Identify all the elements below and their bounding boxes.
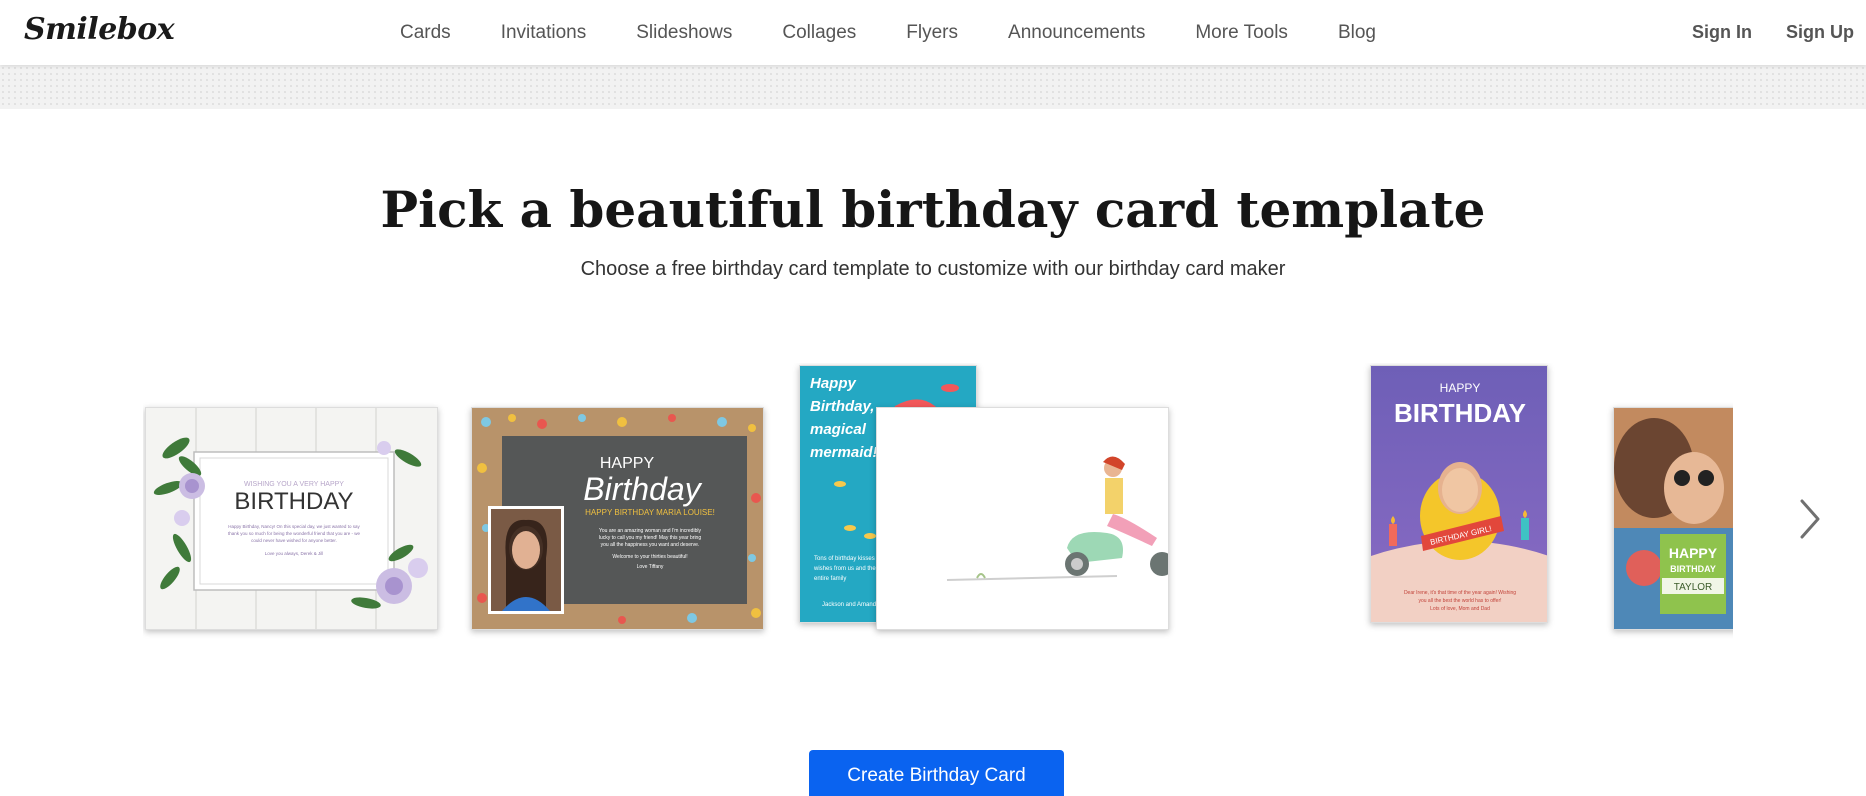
chalk-line1: You are an amazing woman and I'm incredi… xyxy=(599,528,701,534)
chalk-happy: HAPPY xyxy=(600,455,655,472)
nav-more-tools[interactable]: More Tools xyxy=(1195,22,1288,44)
mermaid-l2: Birthday, xyxy=(810,398,874,415)
nav-cards[interactable]: Cards xyxy=(400,22,451,44)
bird-msg2: you all the best the world has to offer! xyxy=(1418,598,1501,604)
floral-line2: thank you so much for being the wonderfu… xyxy=(228,531,361,536)
chalk-line2: lucky to call you my friend! May this ye… xyxy=(599,535,701,541)
page-subtitle: Choose a free birthday card template to … xyxy=(580,258,1286,280)
floral-sign: Love you always, Derek & Jill xyxy=(265,551,324,556)
chalkboard-card-art: HAPPY Birthday HAPPY BIRTHDAY MARIA LOUI… xyxy=(472,408,763,629)
floral-main: BIRTHDAY xyxy=(234,488,353,515)
chalk-name: HAPPY BIRTHDAY MARIA LOUISE! xyxy=(585,508,715,517)
bird-card-art: HAPPY BIRTHDAY BIRTHDAY GIRL! Dear Irene… xyxy=(1371,366,1547,622)
template-carousel: WISHING YOU A VERY HAPPY BIRTHDAY Happy … xyxy=(143,363,1733,683)
create-birthday-card-button[interactable]: Create Birthday Card xyxy=(809,750,1064,796)
dotted-banner xyxy=(0,65,1866,109)
chalk-line4: Welcome to your thirties beautiful! xyxy=(612,554,687,560)
floral-line3: could never have wished for anyone bette… xyxy=(251,538,337,543)
mermaid-msg3: entire family xyxy=(814,576,846,582)
template-card-scooter[interactable] xyxy=(876,407,1169,630)
mermaid-l1: Happy xyxy=(810,375,857,392)
mermaid-l4: mermaid! xyxy=(810,444,878,461)
template-card-chalkboard[interactable]: HAPPY Birthday HAPPY BIRTHDAY MARIA LOUI… xyxy=(471,407,764,630)
nav-invitations[interactable]: Invitations xyxy=(501,22,587,44)
bird-msg1: Dear Irene, it's that time of the year a… xyxy=(1404,590,1516,596)
nav-announcements[interactable]: Announcements xyxy=(1008,22,1145,44)
sign-up-link[interactable]: Sign Up xyxy=(1786,22,1854,43)
taylor-card-art: HAPPY BIRTHDAY TAYLOR xyxy=(1614,408,1733,629)
sign-in-link[interactable]: Sign In xyxy=(1692,22,1752,43)
main-nav: Cards Invitations Slideshows Collages Fl… xyxy=(400,0,1426,65)
smilebox-logo[interactable]: Smilebox xyxy=(24,12,175,47)
page-title: Pick a beautiful birthday card template xyxy=(380,180,1486,239)
site-header: Smilebox Cards Invitations Slideshows Co… xyxy=(0,0,1866,65)
taylor-name: TAYLOR xyxy=(1674,582,1713,593)
bird-birthday: BIRTHDAY xyxy=(1394,398,1526,428)
template-card-bird[interactable]: HAPPY BIRTHDAY BIRTHDAY GIRL! Dear Irene… xyxy=(1370,365,1548,623)
auth-links: Sign In Sign Up xyxy=(1658,0,1854,65)
mermaid-sign: Jackson and Amanda xyxy=(822,602,880,608)
nav-slideshows[interactable]: Slideshows xyxy=(636,22,732,44)
chevron-right-icon xyxy=(1800,499,1820,539)
template-card-floral[interactable]: WISHING YOU A VERY HAPPY BIRTHDAY Happy … xyxy=(145,407,438,630)
chalk-line3: you all the happiness you want and deser… xyxy=(601,542,700,548)
chalk-sign: Love Tiffany xyxy=(637,564,664,570)
floral-top: WISHING YOU A VERY HAPPY xyxy=(244,481,344,488)
mermaid-l3: magical xyxy=(810,421,867,438)
carousel-next-button[interactable] xyxy=(1797,497,1823,541)
chalk-birthday: Birthday xyxy=(583,471,702,507)
template-card-taylor[interactable]: HAPPY BIRTHDAY TAYLOR xyxy=(1613,407,1733,630)
bird-happy: HAPPY xyxy=(1440,381,1481,395)
mermaid-msg2: wishes from us and the xyxy=(813,566,876,572)
taylor-happy: HAPPY xyxy=(1669,545,1718,561)
floral-card-art: WISHING YOU A VERY HAPPY BIRTHDAY Happy … xyxy=(146,408,437,629)
nav-blog[interactable]: Blog xyxy=(1338,22,1376,44)
bird-msg3: Lots of love, Mom and Dad xyxy=(1430,606,1490,612)
nav-collages[interactable]: Collages xyxy=(782,22,856,44)
floral-line1: Happy Birthday, Nancy! On this special d… xyxy=(228,524,360,529)
scooter-card-art xyxy=(877,408,1168,629)
nav-flyers[interactable]: Flyers xyxy=(906,22,958,44)
taylor-birthday: BIRTHDAY xyxy=(1670,564,1716,574)
